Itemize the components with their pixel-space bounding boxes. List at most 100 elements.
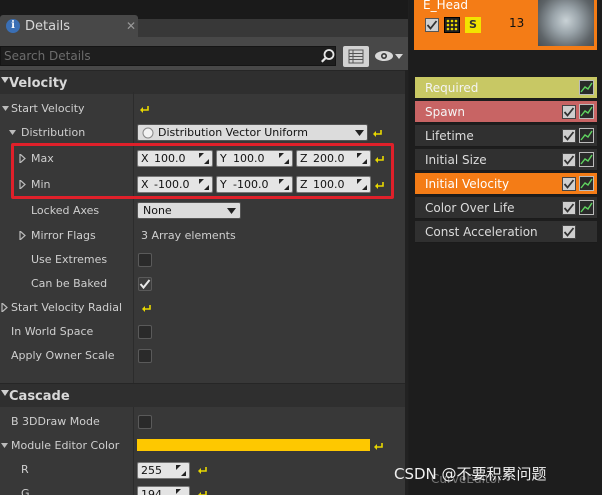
reset-to-default-icon[interactable] bbox=[142, 303, 154, 313]
module-item[interactable]: Spawn bbox=[415, 101, 597, 123]
emitter-render-mode-icon[interactable] bbox=[444, 17, 460, 33]
module-item[interactable]: Const Acceleration bbox=[415, 221, 597, 243]
module-label: Initial Velocity bbox=[425, 177, 510, 191]
checkmark-icon bbox=[426, 20, 438, 30]
locked-axes-dropdown[interactable]: None bbox=[137, 202, 241, 219]
eye-icon[interactable] bbox=[374, 48, 404, 64]
label-r: R bbox=[21, 463, 29, 476]
row-in-world-space: In World Space bbox=[0, 320, 408, 344]
label-in-world-space: In World Space bbox=[11, 325, 94, 338]
search-icon[interactable] bbox=[320, 48, 336, 64]
expand-arrow-icon[interactable] bbox=[19, 231, 26, 240]
category-cascade[interactable]: Cascade bbox=[0, 383, 408, 407]
row-can-be-baked: Can be Baked bbox=[0, 272, 408, 296]
module-item[interactable]: Lifetime bbox=[415, 125, 597, 147]
locked-axes-value: None bbox=[143, 204, 172, 217]
module-item[interactable]: Initial Size bbox=[415, 149, 597, 171]
label-module-editor-color: Module Editor Color bbox=[11, 439, 120, 452]
label-can-be-baked: Can be Baked bbox=[31, 277, 108, 290]
curve-graph-icon[interactable] bbox=[579, 200, 594, 215]
chevron-down-icon bbox=[227, 208, 236, 214]
row-mirror-flags: Mirror Flags 3 Array elements bbox=[0, 224, 408, 248]
label-g: G bbox=[21, 487, 30, 495]
search-input[interactable] bbox=[4, 49, 304, 63]
spin-arrow-icon[interactable] bbox=[176, 465, 186, 476]
module-enable-checkbox[interactable] bbox=[562, 225, 576, 239]
module-label: Initial Size bbox=[425, 153, 487, 167]
search-row bbox=[0, 44, 408, 70]
module-enable-checkbox[interactable] bbox=[562, 177, 576, 191]
module-editor-color-swatch[interactable] bbox=[137, 439, 370, 451]
module-label: Const Acceleration bbox=[425, 225, 538, 239]
collapse-arrow-icon[interactable] bbox=[9, 128, 16, 137]
spin-arrow-icon[interactable] bbox=[176, 489, 186, 495]
close-icon[interactable]: ✕ bbox=[126, 19, 136, 33]
distribution-dropdown[interactable]: Distribution Vector Uniform bbox=[137, 124, 368, 141]
mirror-flags-value: 3 Array elements bbox=[141, 229, 236, 242]
dots-grid-icon bbox=[446, 19, 458, 31]
category-title: Cascade bbox=[9, 389, 70, 404]
module-enable-checkbox[interactable] bbox=[562, 129, 576, 143]
property-matrix-button[interactable] bbox=[343, 46, 369, 67]
checkmark-icon bbox=[563, 155, 575, 165]
row-use-extremes: Use Extremes bbox=[0, 248, 408, 272]
highlight-box bbox=[11, 143, 394, 199]
g-field[interactable]: 194 bbox=[137, 486, 190, 495]
row-start-velocity-radial: Start Velocity Radial bbox=[0, 296, 408, 320]
module-label: Color Over Life bbox=[425, 201, 515, 215]
module-item[interactable]: Required bbox=[415, 77, 597, 99]
emitter-particle-count: 13 bbox=[509, 16, 525, 30]
watermark: CSDN @不要积累问题 bbox=[394, 465, 547, 483]
module-enable-checkbox[interactable] bbox=[562, 153, 576, 167]
category-velocity[interactable]: Velocity bbox=[0, 70, 408, 94]
reset-to-default-icon[interactable] bbox=[198, 489, 210, 495]
cascade-panel: E_Head S 13 Required Spawn Lifetime Initial… bbox=[409, 0, 602, 495]
curve-icon bbox=[580, 202, 593, 213]
curve-graph-icon[interactable] bbox=[579, 128, 594, 143]
checkmark-icon bbox=[563, 107, 575, 117]
search-box bbox=[0, 46, 336, 66]
curve-graph-icon[interactable] bbox=[579, 104, 594, 119]
row-apply-owner-scale: Apply Owner Scale bbox=[0, 344, 408, 368]
label-apply-owner-scale: Apply Owner Scale bbox=[11, 349, 115, 362]
distribution-dropdown-value: Distribution Vector Uniform bbox=[158, 126, 308, 139]
reset-to-default-icon[interactable] bbox=[373, 128, 385, 138]
use-extremes-checkbox[interactable] bbox=[138, 253, 152, 267]
details-scrollbar[interactable] bbox=[405, 70, 408, 495]
label-start-velocity: Start Velocity bbox=[11, 102, 85, 115]
reset-to-default-icon[interactable] bbox=[140, 104, 152, 114]
in-world-space-checkbox[interactable] bbox=[138, 325, 152, 339]
b3ddraw-mode-checkbox[interactable] bbox=[138, 415, 152, 429]
collapse-arrow-icon[interactable] bbox=[2, 104, 9, 113]
module-item[interactable]: Color Over Life bbox=[415, 197, 597, 219]
curve-graph-icon[interactable] bbox=[579, 80, 594, 95]
reset-to-default-icon[interactable] bbox=[198, 465, 210, 475]
curve-graph-icon[interactable] bbox=[579, 176, 594, 191]
row-distribution: Distribution Distribution Vector Uniform bbox=[0, 121, 408, 145]
checkmark-icon bbox=[563, 179, 575, 189]
checkmark-icon bbox=[563, 203, 575, 213]
r-field[interactable]: 255 bbox=[137, 462, 190, 479]
curve-graph-icon[interactable] bbox=[579, 152, 594, 167]
emitter-header[interactable]: E_Head S 13 bbox=[414, 0, 597, 50]
reset-to-default-icon[interactable] bbox=[374, 441, 386, 451]
details-panel: i Details ✕ Search Details Velocity Star… bbox=[0, 0, 408, 495]
r-value: 255 bbox=[141, 464, 162, 477]
module-label: Lifetime bbox=[425, 129, 474, 143]
category-title: Velocity bbox=[9, 76, 68, 91]
module-item[interactable]: Initial Velocity bbox=[415, 173, 597, 195]
chevron-down-icon bbox=[355, 130, 364, 136]
emitter-solo-button[interactable]: S bbox=[465, 17, 481, 33]
details-tab[interactable]: i Details ✕ bbox=[0, 15, 138, 37]
can-be-baked-checkbox[interactable] bbox=[138, 277, 152, 291]
emitter-enable-checkbox[interactable] bbox=[425, 18, 439, 32]
row-locked-axes: Locked Axes None bbox=[0, 199, 408, 223]
expand-arrow-icon[interactable] bbox=[1, 303, 8, 312]
module-enable-checkbox[interactable] bbox=[562, 201, 576, 215]
grid-icon bbox=[348, 49, 364, 64]
details-tab-label: Details bbox=[25, 19, 71, 34]
apply-owner-scale-checkbox[interactable] bbox=[138, 349, 152, 363]
curve-icon bbox=[580, 130, 593, 141]
module-enable-checkbox[interactable] bbox=[562, 105, 576, 119]
collapse-arrow-icon[interactable] bbox=[1, 441, 8, 450]
